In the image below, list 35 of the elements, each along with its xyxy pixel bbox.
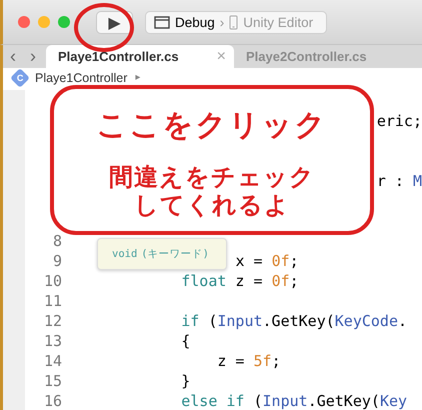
breadcrumb-item[interactable]: Playe1Controller bbox=[35, 71, 128, 85]
run-button[interactable]: ▶ bbox=[96, 10, 133, 34]
zoom-window-icon[interactable] bbox=[58, 16, 70, 28]
back-button[interactable]: ‹ bbox=[3, 45, 23, 68]
breadcrumb-separator: ▸ bbox=[135, 71, 140, 85]
code-line: r : M bbox=[376, 172, 422, 190]
code-line: if (Input.GetKey(KeyCode. bbox=[181, 312, 408, 330]
tooltip: void (キーワード) bbox=[97, 238, 227, 270]
code-line: } bbox=[181, 372, 190, 390]
highlight-ring bbox=[74, 3, 134, 52]
minimize-window-icon[interactable] bbox=[38, 16, 50, 28]
line-number: 10 bbox=[42, 272, 62, 290]
code-line: else if (Input.GetKey(Key bbox=[181, 392, 408, 410]
line-number: 11 bbox=[42, 292, 62, 310]
editor-tab[interactable]: Playe1Controller.cs × bbox=[46, 45, 234, 68]
line-number: 9 bbox=[52, 252, 62, 270]
line-number: 12 bbox=[42, 312, 62, 330]
code-line: eric; bbox=[376, 112, 422, 130]
code-line: float z = 0f; bbox=[181, 272, 299, 290]
callout-title: ここをクリック bbox=[96, 108, 328, 144]
line-number: 15 bbox=[42, 372, 62, 390]
code-line: x = 0f; bbox=[235, 252, 299, 270]
line-number: 8 bbox=[52, 232, 62, 250]
line-number: 13 bbox=[42, 332, 62, 350]
callout-text: 間違えをチェック してくれるよ bbox=[109, 164, 315, 220]
line-number: 16 bbox=[42, 392, 62, 410]
window-icon bbox=[154, 16, 170, 28]
code-line: z = 5f; bbox=[217, 352, 281, 370]
line-number: 14 bbox=[42, 352, 62, 370]
close-window-icon[interactable] bbox=[18, 16, 30, 28]
class-icon: C bbox=[10, 68, 30, 88]
scheme-selector[interactable]: Debug › Unity Editor bbox=[145, 10, 327, 34]
code-line: { bbox=[181, 332, 190, 350]
phone-icon bbox=[229, 14, 238, 30]
forward-button[interactable]: › bbox=[23, 45, 43, 68]
